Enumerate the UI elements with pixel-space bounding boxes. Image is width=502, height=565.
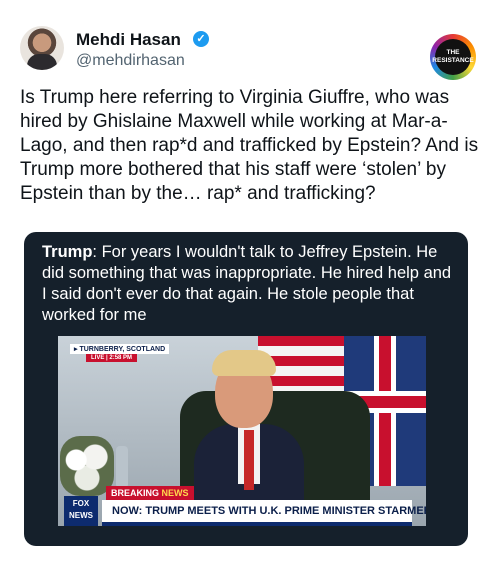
news-ticker bbox=[102, 522, 412, 526]
tweet-text: Is Trump here referring to Virginia Giuf… bbox=[20, 87, 479, 204]
resistance-logo: THE RESISTANCE bbox=[430, 34, 476, 80]
resistance-logo-line2: RESISTANCE bbox=[432, 57, 474, 64]
chyron-headline: NOW: TRUMP MEETS WITH U.K. PRIME MINISTE… bbox=[102, 500, 426, 522]
water-bottle bbox=[116, 446, 128, 486]
author-handle[interactable]: @mehdirhasan bbox=[76, 52, 185, 70]
fox-news-logo: FOX NEWS bbox=[64, 496, 98, 526]
live-time: 2:58 PM bbox=[109, 355, 133, 361]
quote-speaker: Trump bbox=[42, 243, 93, 261]
breaking-news-banner: BREAKING NEWS bbox=[106, 486, 194, 500]
verified-badge-icon: ✓ bbox=[193, 31, 209, 47]
quote-text: Trump: For years I wouldn't talk to Jeff… bbox=[42, 242, 454, 326]
quote-body: : For years I wouldn't talk to Jeffrey E… bbox=[42, 243, 452, 324]
live-indicator: LIVE | 2:58 PM bbox=[86, 354, 138, 362]
location-label: ▸ TURNBERRY, SCOTLAND bbox=[70, 344, 170, 354]
author-avatar[interactable] bbox=[20, 26, 64, 70]
author-display-name[interactable]: Mehdi Hasan bbox=[76, 30, 181, 50]
resistance-logo-line1: THE bbox=[446, 49, 460, 56]
tweet-header: Mehdi Hasan ✓ @mehdirhasan THE RESISTANC… bbox=[20, 26, 490, 80]
video-thumbnail[interactable]: ▸ TURNBERRY, SCOTLAND LIVE | 2:58 PM BRE… bbox=[58, 336, 426, 526]
live-label: LIVE bbox=[91, 355, 105, 361]
breaking-news-label: NEWS bbox=[161, 488, 189, 498]
quote-card[interactable]: Trump: For years I wouldn't talk to Jeff… bbox=[24, 232, 468, 546]
breaking-label: BREAKING bbox=[111, 488, 160, 498]
